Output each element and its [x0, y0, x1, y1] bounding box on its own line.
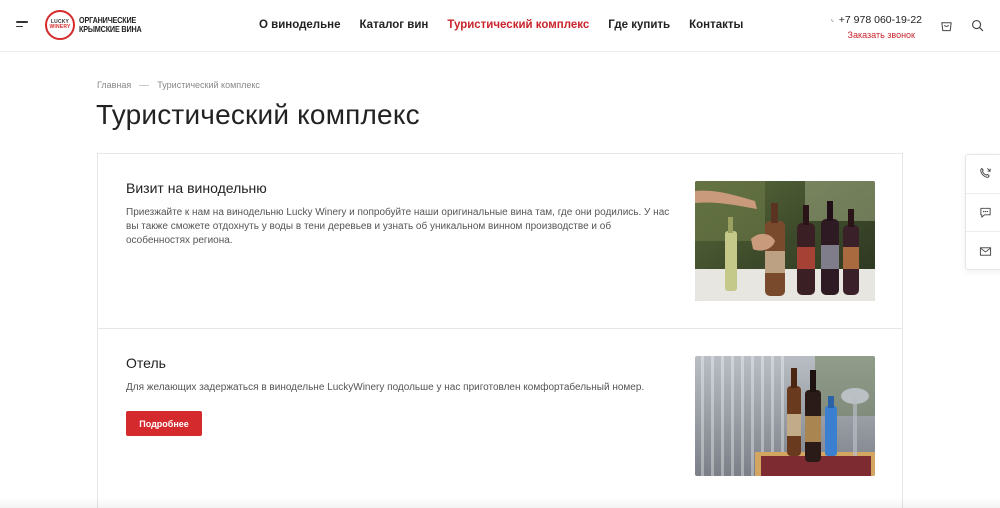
cart-icon[interactable]	[940, 19, 953, 32]
card-title[interactable]: Визит на винодельню	[126, 180, 267, 196]
phone-callback-icon	[980, 168, 991, 179]
phone-block: +7 978 060-19-22 Заказать звонок	[831, 14, 922, 40]
card-title[interactable]: Отель	[126, 355, 166, 371]
menu-icon[interactable]	[16, 21, 28, 31]
side-chat-button[interactable]	[966, 194, 1000, 233]
card-hotel: Отель Для желающих задержаться в винодел…	[98, 329, 902, 508]
footer-shadow	[0, 498, 1000, 508]
callback-link[interactable]: Заказать звонок	[831, 30, 922, 40]
breadcrumb: Главная Туристический комплекс	[97, 80, 260, 90]
breadcrumb-home[interactable]: Главная	[97, 80, 131, 90]
main-nav: О винодельне Каталог вин Туристический к…	[259, 19, 762, 31]
hotel-room-image	[695, 356, 875, 476]
nav-item-tourist-complex[interactable]: Туристический комплекс	[447, 19, 589, 31]
nav-item-catalog[interactable]: Каталог вин	[360, 19, 429, 31]
card-photo-hotel-room[interactable]	[695, 356, 875, 476]
logo-text: ОРГАНИЧЕСКИЕ КРЫМСКИЕ ВИНА	[79, 15, 142, 34]
side-callback-button[interactable]	[966, 155, 1000, 194]
nav-item-about[interactable]: О винодельне	[259, 19, 341, 31]
nav-item-where-to-buy[interactable]: Где купить	[608, 19, 670, 31]
breadcrumb-current: Туристический комплекс	[157, 80, 260, 90]
logo[interactable]: LUCKY WINERY ОРГАНИЧЕСКИЕ КРЫМСКИЕ ВИНА	[45, 10, 153, 40]
mail-icon	[979, 247, 992, 256]
side-mail-button[interactable]	[966, 232, 1000, 271]
wine-bottles-image	[695, 181, 875, 301]
page-title: Туристический комплекс	[96, 99, 420, 130]
card-winery-visit: Визит на винодельню Приезжайте к нам на …	[98, 154, 902, 329]
site-header: LUCKY WINERY ОРГАНИЧЕСКИЕ КРЫМСКИЕ ВИНА …	[0, 0, 1000, 52]
chat-icon	[980, 207, 991, 218]
search-icon[interactable]	[971, 19, 984, 32]
card-text: Приезжайте к нам на винодельню Lucky Win…	[126, 207, 670, 246]
breadcrumb-separator	[139, 84, 150, 86]
cards-container: Визит на винодельню Приезжайте к нам на …	[97, 153, 903, 508]
card-photo-wine-bottles[interactable]	[695, 181, 875, 301]
logo-mark-icon: LUCKY WINERY	[45, 10, 75, 40]
phone-link[interactable]: +7 978 060-19-22	[831, 14, 922, 26]
side-contact-widget	[965, 154, 1000, 270]
phone-icon	[831, 18, 834, 22]
nav-item-contacts[interactable]: Контакты	[689, 19, 743, 31]
card-text: Для желающих задержаться в винодельне Lu…	[126, 382, 645, 393]
more-button[interactable]: Подробнее	[126, 411, 202, 436]
